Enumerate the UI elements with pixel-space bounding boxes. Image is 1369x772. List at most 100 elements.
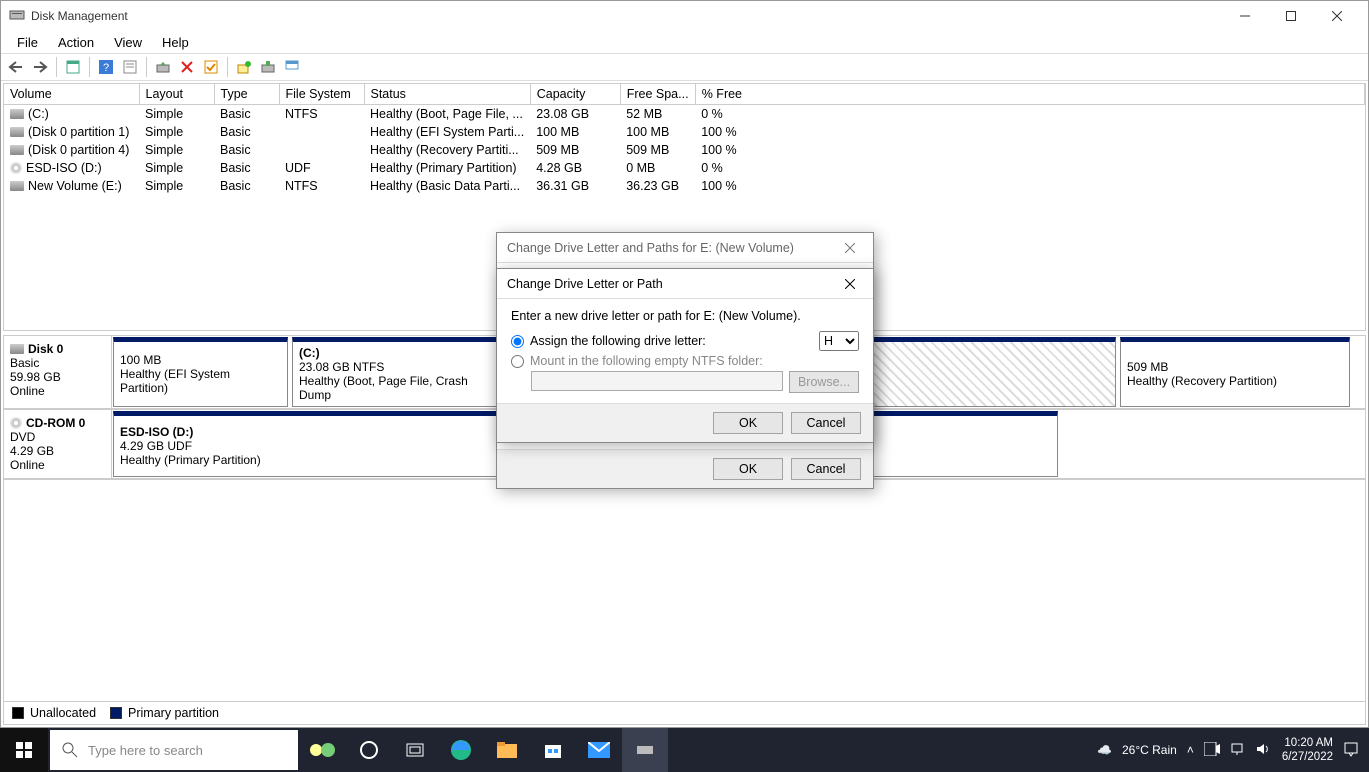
titlebar[interactable]: Disk Management	[1, 1, 1368, 31]
drive-letter-select[interactable]: H	[819, 331, 859, 351]
task-diskmgmt-icon[interactable]	[622, 728, 668, 772]
legend-unalloc-swatch	[12, 707, 24, 719]
help-icon[interactable]: ?	[95, 56, 117, 78]
dialog1-close-icon[interactable]	[837, 235, 863, 261]
task-edge-icon[interactable]	[438, 728, 484, 772]
assign-letter-label: Assign the following drive letter:	[530, 334, 706, 348]
view-icon[interactable]	[62, 56, 84, 78]
start-button[interactable]	[0, 728, 48, 772]
task-view-icon[interactable]	[392, 728, 438, 772]
tray-meet-icon[interactable]	[1204, 742, 1220, 759]
volume-row[interactable]: (Disk 0 partition 4)SimpleBasicHealthy (…	[4, 141, 1365, 159]
partition[interactable]: 100 MBHealthy (EFI System Partition)	[113, 337, 288, 407]
legend-unalloc-label: Unallocated	[30, 706, 96, 720]
tray-notifications-icon[interactable]	[1343, 741, 1359, 760]
assign-letter-row[interactable]: Assign the following drive letter: H	[511, 331, 859, 351]
forward-icon[interactable]	[29, 56, 51, 78]
tray-chevron-icon[interactable]: ˄	[1187, 743, 1194, 757]
disk-icon	[10, 109, 24, 119]
clock-time: 10:20 AM	[1282, 736, 1333, 750]
mount-folder-label: Mount in the following empty NTFS folder…	[530, 354, 763, 368]
menu-help[interactable]: Help	[152, 33, 199, 52]
attach-vhd-icon[interactable]	[257, 56, 279, 78]
menu-view[interactable]: View	[104, 33, 152, 52]
window-title: Disk Management	[31, 9, 128, 23]
dialog2-ok-button[interactable]: OK	[713, 412, 783, 434]
volume-row[interactable]: (Disk 0 partition 1)SimpleBasicHealthy (…	[4, 123, 1365, 141]
svg-text:?: ?	[103, 62, 109, 74]
new-partition-icon[interactable]	[233, 56, 255, 78]
tray-volume-icon[interactable]	[1256, 742, 1272, 759]
maximize-button[interactable]	[1268, 1, 1314, 31]
legend-primary-label: Primary partition	[128, 706, 219, 720]
disk-icon	[10, 127, 24, 137]
taskbar: Type here to search ☁️ 26°C Rain ˄ 10:20…	[0, 728, 1369, 772]
mount-folder-radio[interactable]	[511, 355, 524, 368]
dialog2-title: Change Drive Letter or Path	[507, 277, 663, 291]
menubar: File Action View Help	[1, 31, 1368, 53]
menu-action[interactable]: Action	[48, 33, 104, 52]
dialog1-cancel-button[interactable]: Cancel	[791, 458, 861, 480]
dialog2-titlebar[interactable]: Change Drive Letter or Path	[497, 269, 873, 299]
dialog2-prompt: Enter a new drive letter or path for E: …	[511, 309, 859, 323]
task-explorer-icon[interactable]	[484, 728, 530, 772]
minimize-button[interactable]	[1222, 1, 1268, 31]
volume-row[interactable]: New Volume (E:)SimpleBasicNTFSHealthy (B…	[4, 177, 1365, 195]
check-icon[interactable]	[200, 56, 222, 78]
properties-icon[interactable]	[119, 56, 141, 78]
detach-vhd-icon[interactable]	[281, 56, 303, 78]
disk-header[interactable]: CD-ROM 0DVD4.29 GBOnline	[4, 410, 112, 479]
change-letter-path-dialog: Change Drive Letter or Path Enter a new …	[496, 268, 874, 443]
assign-letter-radio[interactable]	[511, 335, 524, 348]
app-icon	[9, 7, 25, 26]
legend-primary-swatch	[110, 707, 122, 719]
system-tray: ☁️ 26°C Rain ˄ 10:20 AM 6/27/2022	[1087, 736, 1369, 764]
col-capacity[interactable]: Capacity	[530, 84, 620, 104]
disk-icon	[10, 145, 24, 155]
menu-file[interactable]: File	[7, 33, 48, 52]
disk-icon	[10, 181, 24, 191]
dialog1-ok-button[interactable]: OK	[713, 458, 783, 480]
col-volume[interactable]: Volume	[4, 84, 139, 104]
dialog2-body: Enter a new drive letter or path for E: …	[497, 299, 873, 403]
search-placeholder: Type here to search	[88, 743, 203, 758]
dialog1-titlebar[interactable]: Change Drive Letter and Paths for E: (Ne…	[497, 233, 873, 263]
volume-row[interactable]: ESD-ISO (D:)SimpleBasicUDFHealthy (Prima…	[4, 159, 1365, 177]
task-store-icon[interactable]	[530, 728, 576, 772]
dialog1-buttons: OK Cancel	[497, 449, 873, 488]
col-fs[interactable]: File System	[279, 84, 364, 104]
clock[interactable]: 10:20 AM 6/27/2022	[1282, 736, 1333, 764]
toolbar: ?	[1, 53, 1368, 81]
search-icon	[62, 742, 78, 758]
partition[interactable]: (C:)23.08 GB NTFSHealthy (Boot, Page Fil…	[292, 337, 497, 407]
task-widgets-icon[interactable]	[300, 728, 346, 772]
disk-header[interactable]: Disk 0Basic59.98 GBOnline	[4, 336, 112, 409]
dialog1-title: Change Drive Letter and Paths for E: (Ne…	[507, 241, 794, 255]
close-button[interactable]	[1314, 1, 1360, 31]
dialog2-close-icon[interactable]	[837, 271, 863, 297]
tray-network-icon[interactable]	[1230, 742, 1246, 759]
browse-button: Browse...	[789, 371, 859, 393]
dialog2-buttons: OK Cancel	[497, 403, 873, 442]
mount-folder-row[interactable]: Mount in the following empty NTFS folder…	[511, 354, 859, 368]
task-mail-icon[interactable]	[576, 728, 622, 772]
weather-text[interactable]: 26°C Rain	[1122, 743, 1177, 757]
col-free[interactable]: Free Spa...	[620, 84, 695, 104]
refresh-icon[interactable]	[152, 56, 174, 78]
col-pct[interactable]: % Free	[695, 84, 1364, 104]
weather-icon[interactable]: ☁️	[1097, 743, 1112, 757]
dialog2-cancel-button[interactable]: Cancel	[791, 412, 861, 434]
partition[interactable]: 509 MBHealthy (Recovery Partition)	[1120, 337, 1350, 407]
mount-path-input	[531, 371, 783, 391]
volume-row[interactable]: (C:)SimpleBasicNTFSHealthy (Boot, Page F…	[4, 104, 1365, 123]
legend: Unallocated Primary partition	[4, 701, 1365, 724]
search-box[interactable]: Type here to search	[50, 730, 298, 770]
col-status[interactable]: Status	[364, 84, 530, 104]
delete-icon[interactable]	[176, 56, 198, 78]
clock-date: 6/27/2022	[1282, 750, 1333, 764]
col-layout[interactable]: Layout	[139, 84, 214, 104]
back-icon[interactable]	[5, 56, 27, 78]
col-type[interactable]: Type	[214, 84, 279, 104]
cd-icon	[10, 162, 22, 174]
task-cortana-icon[interactable]	[346, 728, 392, 772]
